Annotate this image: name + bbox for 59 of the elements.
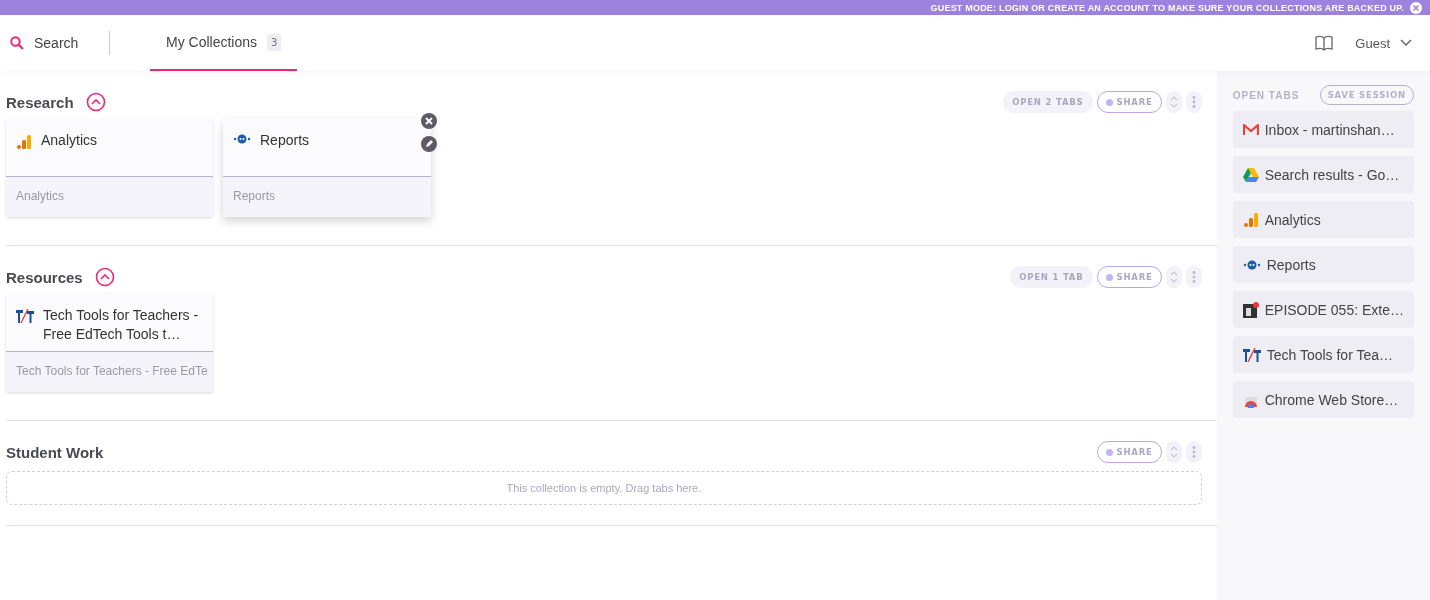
open-tab-item[interactable]: Tech Tools for Tea… xyxy=(1232,336,1414,373)
more-button[interactable] xyxy=(1185,441,1202,463)
triangle-icon xyxy=(1242,167,1259,182)
tab-title: Analytics xyxy=(1264,211,1321,228)
envelope-m-icon xyxy=(1242,123,1259,136)
reorder-button[interactable] xyxy=(1165,266,1182,288)
card-url: Analytics xyxy=(6,177,213,217)
tab-title: Search results - Go… xyxy=(1264,166,1400,183)
card-title: Analytics xyxy=(41,131,98,150)
tab-card[interactable]: Analytics Analytics xyxy=(6,119,213,217)
up-down-arrows-icon xyxy=(1169,95,1178,109)
open-tab-item[interactable]: Chrome Web Store… xyxy=(1232,381,1414,418)
collection-title: Student Work xyxy=(6,443,104,461)
search-icon xyxy=(10,36,24,50)
user-menu[interactable]: Guest xyxy=(1355,35,1412,51)
tab-title: Chrome Web Store… xyxy=(1264,391,1399,408)
ttt-logo-icon xyxy=(16,309,34,323)
more-icon xyxy=(1191,445,1196,459)
more-button[interactable] xyxy=(1185,266,1202,288)
open-tab-item[interactable]: Reports xyxy=(1232,246,1414,283)
tab-title: Reports xyxy=(1266,256,1316,273)
more-icon xyxy=(1191,95,1196,109)
collection-title: Research xyxy=(6,93,74,111)
tab-title: Tech Tools for Tea… xyxy=(1266,346,1394,363)
card-title: Tech Tools for Teachers - Free EdTech Tools t… xyxy=(43,306,200,344)
card-title: Reports xyxy=(260,131,310,150)
card-url: Reports xyxy=(223,177,431,217)
book-icon xyxy=(1315,35,1334,51)
close-icon xyxy=(421,113,437,129)
ttt-logo-icon xyxy=(1242,347,1261,362)
chevron-down-icon xyxy=(1400,39,1412,47)
collections-tab[interactable]: My Collections 3 xyxy=(150,15,298,71)
open-tab-item[interactable]: Search results - Go… xyxy=(1232,156,1414,193)
tab-title: EPISODE 055: Exte… xyxy=(1264,301,1404,318)
more-icon xyxy=(1191,270,1196,284)
panel-title: OPEN TABS xyxy=(1232,89,1300,101)
tab-card[interactable]: Reports Reports xyxy=(223,119,431,217)
bar-chart-icon xyxy=(16,134,32,150)
card-url: Tech Tools for Teachers - Free EdTe xyxy=(6,352,213,392)
drop-zone: This collection is empty. Drag tabs here. xyxy=(6,471,1202,505)
collection-title: Resources xyxy=(6,268,83,286)
dotted-logo-icon xyxy=(1242,259,1261,270)
tab-label: My Collections xyxy=(166,34,258,50)
up-down-arrows-icon xyxy=(1169,445,1178,459)
pencil-icon xyxy=(421,136,437,152)
tab-card[interactable]: Tech Tools for Teachers - Free EdTech Tools t… Tech Tools for Teachers - Free EdTe xyxy=(6,294,213,392)
open-tab-item[interactable]: Analytics xyxy=(1232,201,1414,238)
bar-chart-icon xyxy=(1242,211,1259,228)
open-tab-item[interactable]: EPISODE 055: Exte… xyxy=(1232,291,1414,328)
dotted-logo-icon xyxy=(233,134,251,144)
open-tab-item[interactable]: Inbox - martinshan… xyxy=(1232,111,1414,148)
reorder-button[interactable] xyxy=(1165,441,1182,463)
reorder-button[interactable] xyxy=(1165,91,1182,113)
podcast-thumbnail-icon xyxy=(1242,301,1259,318)
tab-title: Inbox - martinshan… xyxy=(1264,121,1395,138)
more-button[interactable] xyxy=(1185,91,1202,113)
banner-text: GUEST MODE: LOGIN OR CREATE AN ACCOUNT TO MAKE SURE YOUR COLLECTIONS ARE BACKED UP. xyxy=(930,2,1404,13)
count-badge: 3 xyxy=(267,33,282,51)
up-down-arrows-icon xyxy=(1169,270,1178,284)
